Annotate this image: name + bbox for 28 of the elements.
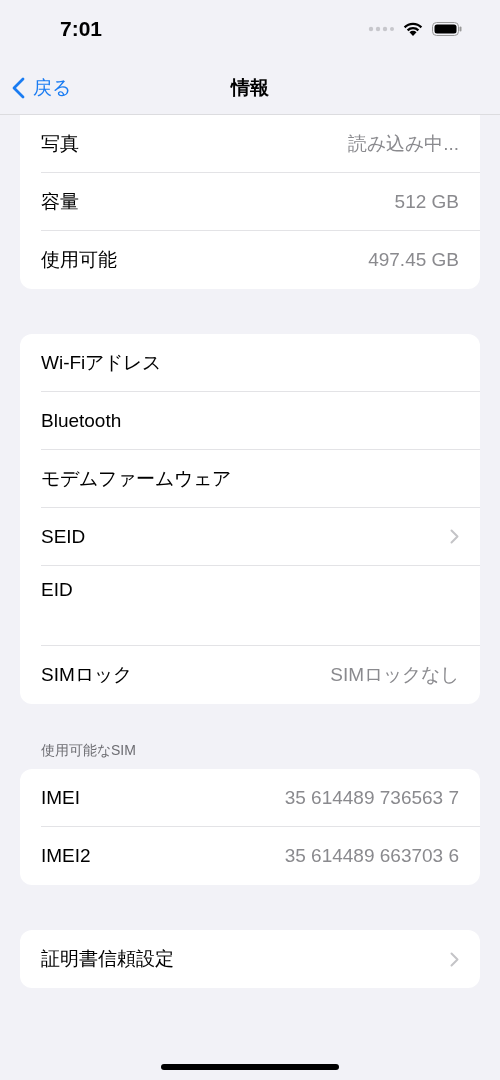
row-value: 497.45 GB [368, 249, 459, 271]
back-chevron-icon[interactable] [12, 77, 25, 99]
section-header: 使用可能なSIM [40, 742, 137, 760]
row-value: 512 GB [394, 190, 459, 213]
chevron-icon[interactable] [450, 951, 459, 967]
signal-icon [368, 26, 394, 32]
chevron-icon[interactable] [450, 529, 459, 544]
wifi-icon [403, 21, 423, 37]
row-value: 読み込み中... [348, 131, 459, 156]
row-label: Wi-Fiアドレス [41, 350, 162, 375]
row-label: 使用可能 [41, 248, 117, 272]
row-label: SIMロック [41, 663, 132, 687]
row-label: EID [41, 579, 73, 601]
row-label: SEID [41, 525, 86, 548]
status-time: 7:01 [60, 17, 103, 41]
row-label: IMEI2 [41, 845, 91, 867]
row-value: SIMロックなし [330, 663, 459, 687]
row-label: 写真 [41, 131, 79, 156]
nav-title: 情報 [231, 76, 269, 100]
row-label: IMEI [41, 786, 81, 809]
row-value: 35 614489 663703 6 [284, 845, 459, 867]
battery-icon [432, 22, 462, 36]
row-label: 容量 [41, 189, 79, 214]
row-label: Bluetooth [41, 409, 122, 432]
row-label: 証明書信頼設定 [41, 947, 174, 971]
row-value: 35 614489 736563 7 [284, 786, 459, 809]
row-label: モデムファームウェア [41, 466, 231, 491]
back-button[interactable]: 戻る [0, 75, 71, 101]
